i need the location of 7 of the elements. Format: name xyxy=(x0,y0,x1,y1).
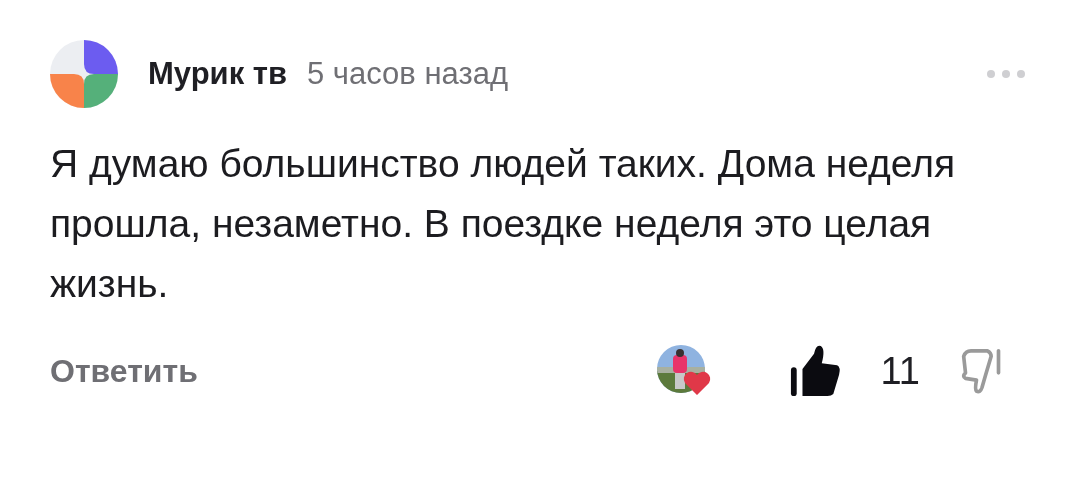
like-count: 11 xyxy=(880,349,920,393)
comment-text: Я думаю большинство людей таких. Дома неделя прошла, незаметно. В поездке неделя это целая жизнь. xyxy=(50,141,957,307)
comment-time: 5 часов назад xyxy=(307,56,508,92)
thumbs-up-icon[interactable] xyxy=(788,344,841,398)
reply-button[interactable]: Ответить xyxy=(50,352,198,390)
author-name[interactable]: Мурик тв xyxy=(148,56,287,92)
channel-avatar[interactable] xyxy=(50,40,118,108)
